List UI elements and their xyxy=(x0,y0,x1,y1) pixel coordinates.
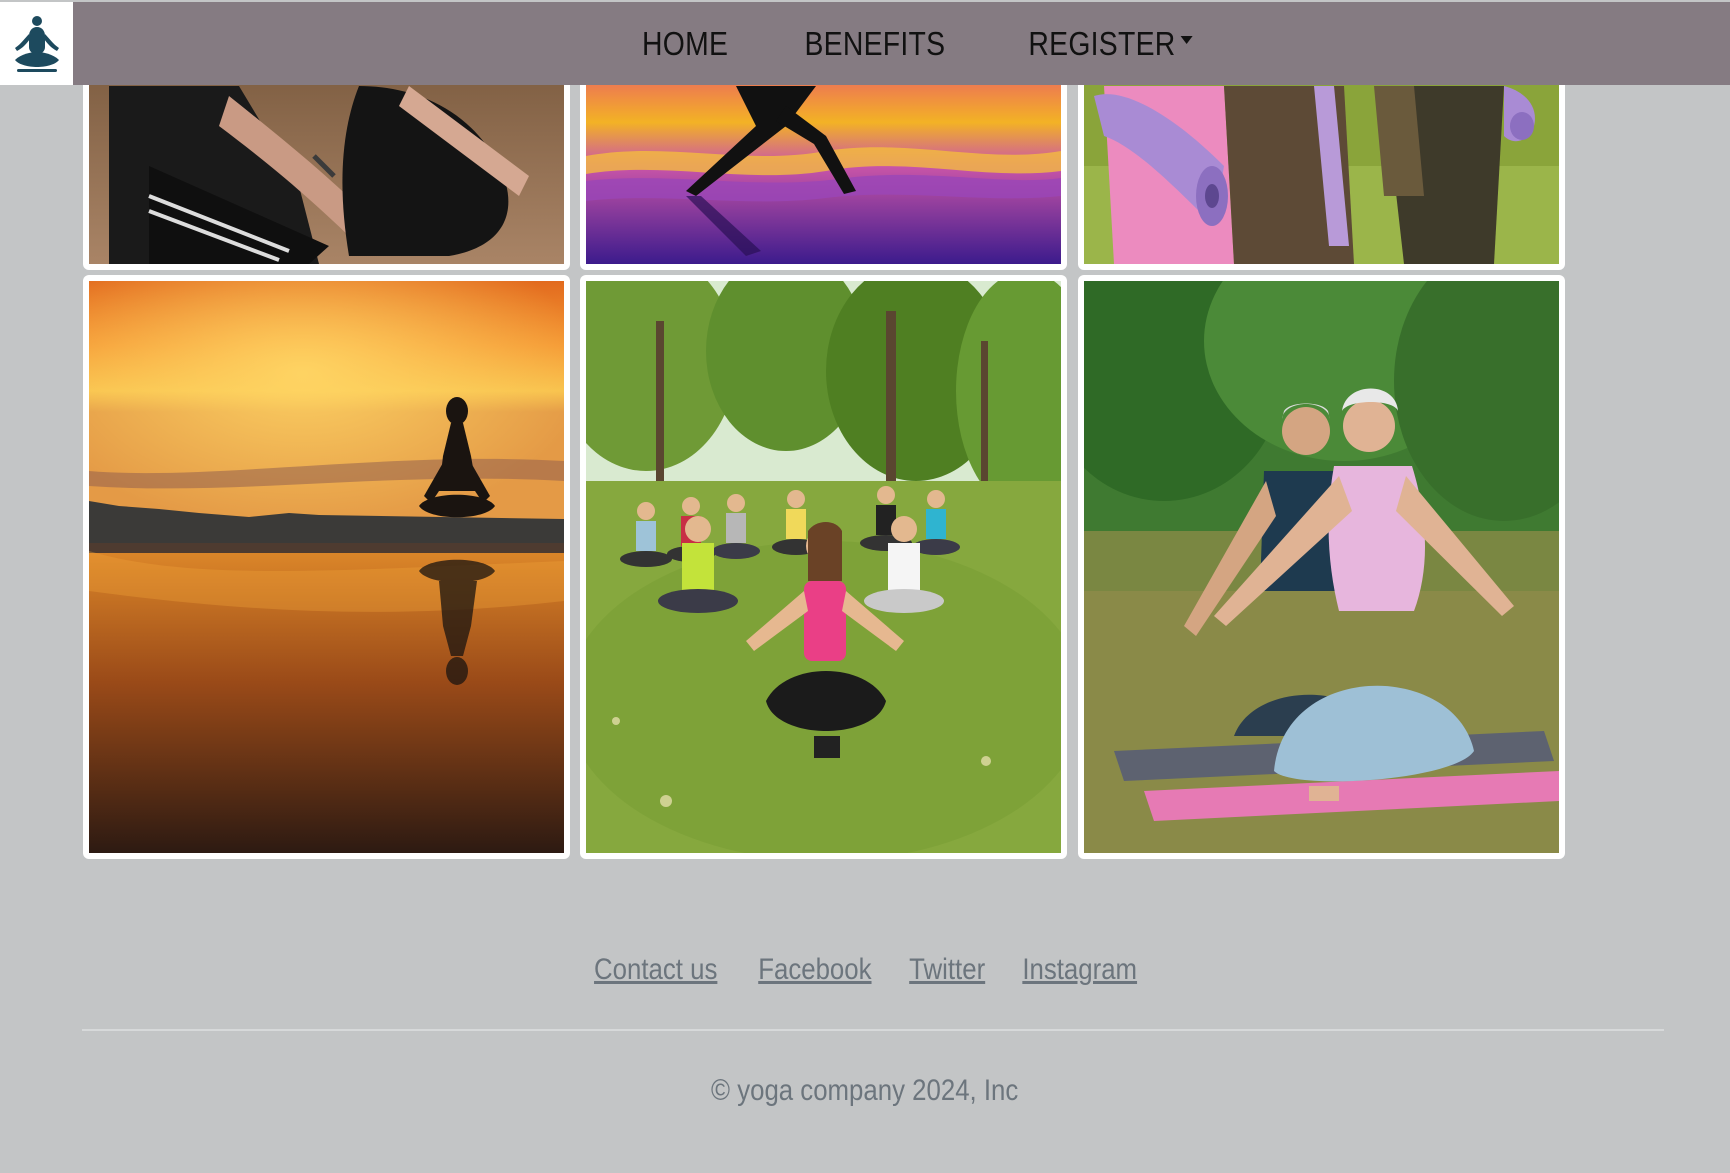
page: HOME BENEFITS REGISTER Contact us Facebo… xyxy=(0,0,1730,1173)
gallery-card xyxy=(1078,275,1565,859)
group-meditation-park-photo xyxy=(586,281,1061,853)
twitter-link[interactable]: Twitter xyxy=(909,953,985,987)
nav-links: HOME BENEFITS REGISTER xyxy=(0,2,1730,85)
facebook-link[interactable]: Facebook xyxy=(758,953,871,987)
instagram-link[interactable]: Instagram xyxy=(1022,953,1137,987)
caret-down-icon xyxy=(1180,35,1193,44)
copyright-text: © yoga company 2024, Inc xyxy=(711,1074,1019,1107)
elderly-couple-meditation-photo xyxy=(1084,281,1559,853)
footer-divider xyxy=(82,1029,1664,1031)
nav-home-link[interactable]: HOME xyxy=(642,25,728,63)
navbar: HOME BENEFITS REGISTER xyxy=(0,2,1730,85)
nav-register-dropdown[interactable]: REGISTER xyxy=(1028,24,1193,63)
meditation-silhouette-lake-photo xyxy=(89,281,564,853)
footer-links: Contact us Facebook Twitter Instagram xyxy=(0,953,1730,987)
gallery-card xyxy=(580,275,1067,859)
contact-us-link[interactable]: Contact us xyxy=(594,953,717,987)
nav-benefits-link[interactable]: BENEFITS xyxy=(805,25,946,63)
gallery-card xyxy=(83,275,570,859)
nav-register-label: REGISTER xyxy=(1028,24,1176,62)
